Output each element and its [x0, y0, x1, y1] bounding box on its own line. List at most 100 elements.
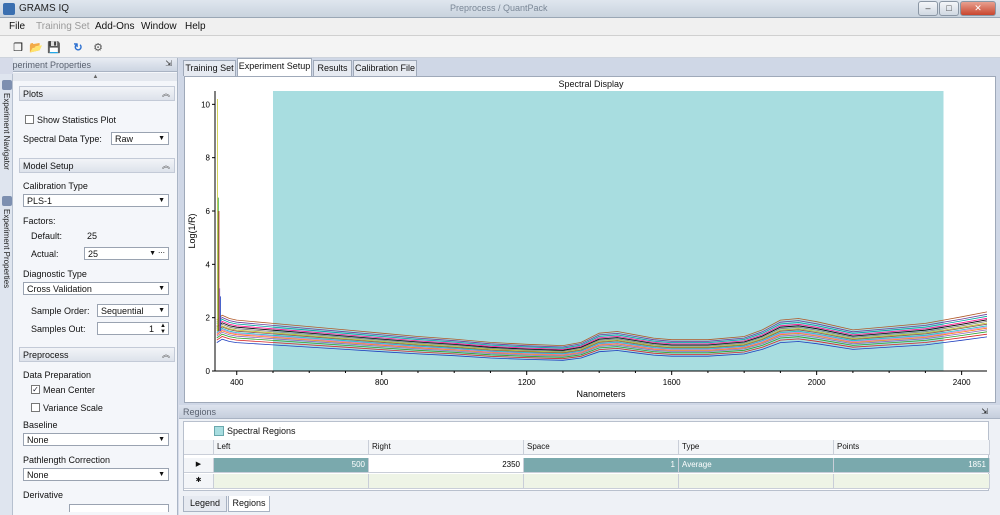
region-right-cell[interactable]: 2350 [369, 458, 524, 473]
column-header-type[interactable]: Type [679, 440, 834, 455]
menu-help[interactable]: Help [185, 21, 206, 32]
factors-label: Factors: [23, 216, 56, 226]
row-selector-icon[interactable]: ▶ [184, 458, 214, 473]
pin-icon[interactable]: ⇲ [981, 407, 988, 416]
show-statistics-label: Show Statistics Plot [37, 115, 117, 125]
panel-title: Experiment Properties [13, 60, 92, 70]
new-row-cell[interactable] [679, 474, 834, 489]
chevron-down-icon: ▼ ⋯ [149, 250, 165, 257]
close-window-button[interactable]: ✕ [960, 1, 996, 16]
menu-window[interactable]: Window [141, 21, 177, 32]
section-plots-label: Plots [23, 89, 44, 99]
x-tick-label: 800 [375, 378, 389, 387]
tab-training-set[interactable]: Training Set [183, 60, 236, 76]
menu-bar: File Training Set Add-Ons Window Help [0, 18, 1000, 36]
settings-icon[interactable]: ⚙ [90, 39, 106, 55]
samples-out-stepper[interactable]: 1 ▲ ▼ [97, 322, 169, 335]
navigator-icon [1, 80, 12, 90]
maximize-button[interactable]: □ [939, 1, 959, 16]
y-tick-label: 10 [201, 100, 210, 109]
region-type-cell[interactable]: Average [679, 458, 834, 473]
menu-file[interactable]: File [9, 21, 25, 32]
minimize-button[interactable]: – [918, 1, 938, 16]
actual-factors-label: Actual: [31, 249, 59, 259]
region-points-cell[interactable]: 1851 [834, 458, 990, 473]
tab-legend[interactable]: Legend [183, 496, 227, 512]
stepper-arrows-icon[interactable]: ▲ ▼ [160, 323, 166, 335]
open-folder-icon[interactable]: 📂 [28, 39, 44, 55]
refresh-icon[interactable]: ↻ [70, 39, 86, 55]
region-left-cell[interactable]: 500 [214, 458, 369, 473]
panel-header: Experiment Properties ⇲ [13, 58, 177, 72]
variance-scale-checkbox[interactable] [31, 403, 40, 412]
new-file-icon[interactable]: ❐ [10, 39, 26, 55]
column-header-points[interactable]: Points [834, 440, 990, 455]
x-tick-label: 1200 [518, 378, 536, 387]
regions-grid: Spectral Regions Left Right Space Type P… [183, 421, 990, 491]
new-row-cell[interactable] [369, 474, 524, 489]
y-axis-label: Log(1/R) [187, 213, 197, 248]
calibration-type-value: PLS-1 [27, 196, 53, 206]
chevron-down-icon: ▼ [158, 135, 165, 142]
spectral-display-chart: Spectral Display 0 2 4 6 8 10 400 800 1200 1600 20… [184, 76, 996, 403]
region-color-swatch [214, 426, 224, 436]
data-preparation-label: Data Preparation [23, 370, 92, 380]
y-tick-label: 8 [206, 154, 211, 163]
actual-factors-value: 25 [88, 249, 99, 259]
panel-scroll-up[interactable]: ▲ [13, 73, 177, 81]
x-axis-label: Nanometers [576, 389, 626, 399]
spectral-data-type-label: Spectral Data Type: [23, 134, 102, 144]
menu-add-ons[interactable]: Add-Ons [95, 21, 134, 32]
pin-icon[interactable]: ⇲ [165, 59, 172, 68]
menu-training-set[interactable]: Training Set [36, 21, 90, 32]
new-row-cell[interactable] [524, 474, 679, 489]
regions-panel: Regions ⇲ Spectral Regions Left Right Sp… [179, 405, 1000, 515]
new-row-icon[interactable]: ✱ [184, 474, 214, 489]
tab-regions[interactable]: Regions [228, 496, 270, 512]
sample-order-value: Sequential [101, 306, 144, 316]
region-space-cell[interactable]: 1 [524, 458, 679, 473]
collapse-icon[interactable]: ︽ [162, 160, 170, 171]
sample-order-label: Sample Order: [31, 306, 90, 316]
spectral-plot[interactable]: 0 2 4 6 8 10 400 800 1200 1600 2000 2400 Nanometers L… [185, 77, 997, 404]
column-header-right[interactable]: Right [369, 440, 524, 455]
pathlength-correction-select[interactable]: None ▼ [23, 468, 169, 481]
section-preprocess[interactable]: Preprocess ︽ [19, 347, 175, 362]
calibration-type-select[interactable]: PLS-1 ▼ [23, 194, 169, 207]
tab-results[interactable]: Results [313, 60, 352, 76]
actual-factors-select[interactable]: 25 ▼ ⋯ [84, 247, 169, 260]
app-icon [3, 3, 15, 15]
regions-header: Regions ⇲ [179, 405, 1000, 419]
baseline-select[interactable]: None ▼ [23, 433, 169, 446]
tab-calibration-file[interactable]: Calibration File [353, 60, 417, 76]
app-title: GRAMS IQ [19, 3, 70, 14]
sample-order-select[interactable]: Sequential ▼ [97, 304, 169, 317]
collapse-icon[interactable]: ︽ [162, 88, 170, 99]
collapse-icon[interactable]: ︽ [162, 349, 170, 360]
diagnostic-type-value: Cross Validation [27, 284, 92, 294]
section-model-setup[interactable]: Model Setup ︽ [19, 158, 175, 173]
save-icon[interactable]: 💾 [46, 39, 62, 55]
spectral-data-type-value: Raw [115, 134, 134, 144]
y-tick-label: 4 [206, 260, 211, 269]
pathlength-correction-value: None [27, 470, 49, 480]
tab-experiment-navigator[interactable]: Experiment Navigator [0, 80, 13, 170]
y-tick-label: 6 [206, 207, 211, 216]
diagnostic-type-select[interactable]: Cross Validation ▼ [23, 282, 169, 295]
pathlength-correction-label: Pathlength Correction [23, 455, 111, 465]
new-row-cell[interactable] [834, 474, 990, 489]
derivative-select[interactable] [69, 504, 169, 512]
tab-experiment-setup[interactable]: Experiment Setup [237, 58, 312, 76]
spectral-data-type-select[interactable]: Raw ▼ [111, 132, 169, 145]
new-row-cell[interactable] [214, 474, 369, 489]
document-area: Training Set Experiment Setup Results Ca… [179, 58, 1000, 515]
section-plots[interactable]: Plots ︽ [19, 86, 175, 101]
show-statistics-checkbox[interactable] [25, 115, 34, 124]
diagnostic-type-label: Diagnostic Type [23, 269, 87, 279]
column-header-space[interactable]: Space [524, 440, 679, 455]
mean-center-checkbox[interactable]: ✓ [31, 385, 40, 394]
y-tick-label: 2 [206, 314, 211, 323]
column-header-left[interactable]: Left [214, 440, 369, 455]
tab-experiment-properties[interactable]: Experiment Properties [0, 196, 13, 288]
side-tab-strip: Experiment Navigator Experiment Properti… [0, 74, 13, 515]
